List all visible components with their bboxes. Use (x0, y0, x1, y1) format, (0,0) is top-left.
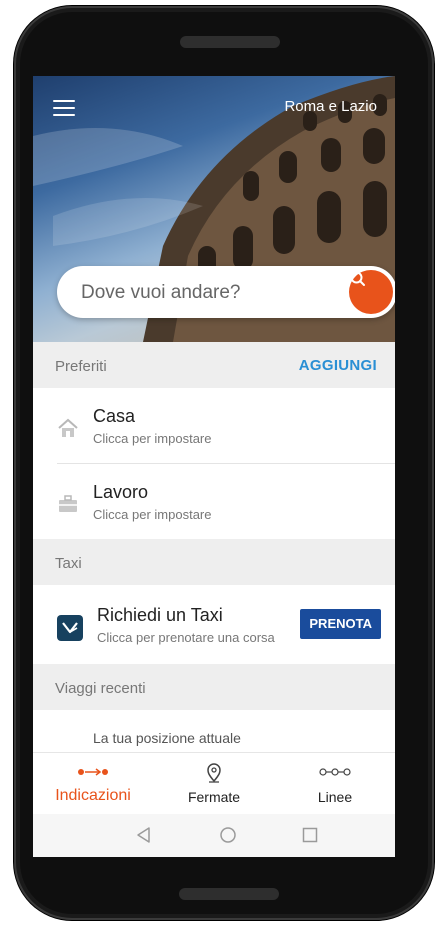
favorite-work-title: Lavoro (93, 482, 149, 502)
earpiece-speaker (180, 36, 280, 48)
tab-lines[interactable]: Linee (275, 753, 395, 815)
favorite-work[interactable]: Lavoro Clicca per impostare (33, 464, 395, 539)
add-favorite-button[interactable]: AGGIUNGI (299, 357, 377, 374)
tab-directions-label: Indicazioni (55, 787, 131, 804)
recent-section-header: Viaggi recenti (33, 664, 395, 710)
tab-stops[interactable]: Fermate (154, 753, 274, 815)
taxi-section-title: Taxi (55, 555, 82, 572)
favorite-home-subtitle: Clicca per impostare (93, 431, 212, 446)
recent-list: La tua posizione attuale (33, 710, 395, 752)
taxi-section-header: Taxi (33, 539, 395, 585)
phone-chin (179, 888, 279, 900)
search-input[interactable]: Dove vuoi andare? (81, 282, 241, 304)
favorites-title: Preferiti (55, 358, 107, 375)
recent-section-title: Viaggi recenti (55, 680, 146, 697)
taxi-subtitle: Clicca per prenotare una corsa (97, 630, 275, 645)
search-button[interactable] (349, 270, 393, 314)
tab-lines-label: Linee (317, 789, 353, 805)
favorite-home[interactable]: Casa Clicca per impostare (33, 388, 395, 463)
search-bar[interactable]: Dove vuoi andare? (57, 266, 395, 318)
book-taxi-button[interactable]: PRENOTA (300, 609, 381, 639)
home-button-icon[interactable] (219, 826, 237, 844)
home-icon (58, 418, 78, 437)
favorites-section-header: Preferiti AGGIUNGI (33, 342, 395, 388)
system-nav-bar (33, 814, 395, 857)
region-selector[interactable]: Roma e Lazio (284, 98, 377, 115)
favorite-work-subtitle: Clicca per impostare (93, 507, 212, 522)
bottom-tab-bar: Indicazioni Fermate Linee (33, 752, 395, 815)
taxi-row[interactable]: Richiedi un Taxi Clicca per prenotare un… (33, 585, 395, 664)
hero-image: Roma e Lazio Dove vuoi andare? (33, 76, 395, 342)
directions-icon (78, 768, 108, 776)
favorite-home-title: Casa (93, 406, 136, 426)
tab-stops-label: Fermate (187, 789, 241, 805)
taxi-title: Richiedi un Taxi (97, 605, 223, 625)
recents-icon[interactable] (301, 826, 319, 844)
lines-icon (319, 768, 351, 776)
tab-directions[interactable]: Indicazioni (33, 753, 153, 815)
favorites-list: Casa Clicca per impostare Lavoro Clicca … (33, 388, 395, 539)
hamburger-menu-icon[interactable] (53, 100, 75, 116)
recent-item-title: La tua posizione attuale (93, 730, 241, 746)
location-pin-icon (207, 763, 221, 783)
briefcase-icon (59, 495, 77, 512)
search-icon (350, 271, 365, 286)
recent-item[interactable]: La tua posizione attuale (33, 710, 395, 752)
back-icon[interactable] (135, 826, 153, 844)
taxi-logo-icon (57, 615, 83, 641)
app-screen: Roma e Lazio Dove vuoi andare? Preferiti… (33, 76, 395, 857)
